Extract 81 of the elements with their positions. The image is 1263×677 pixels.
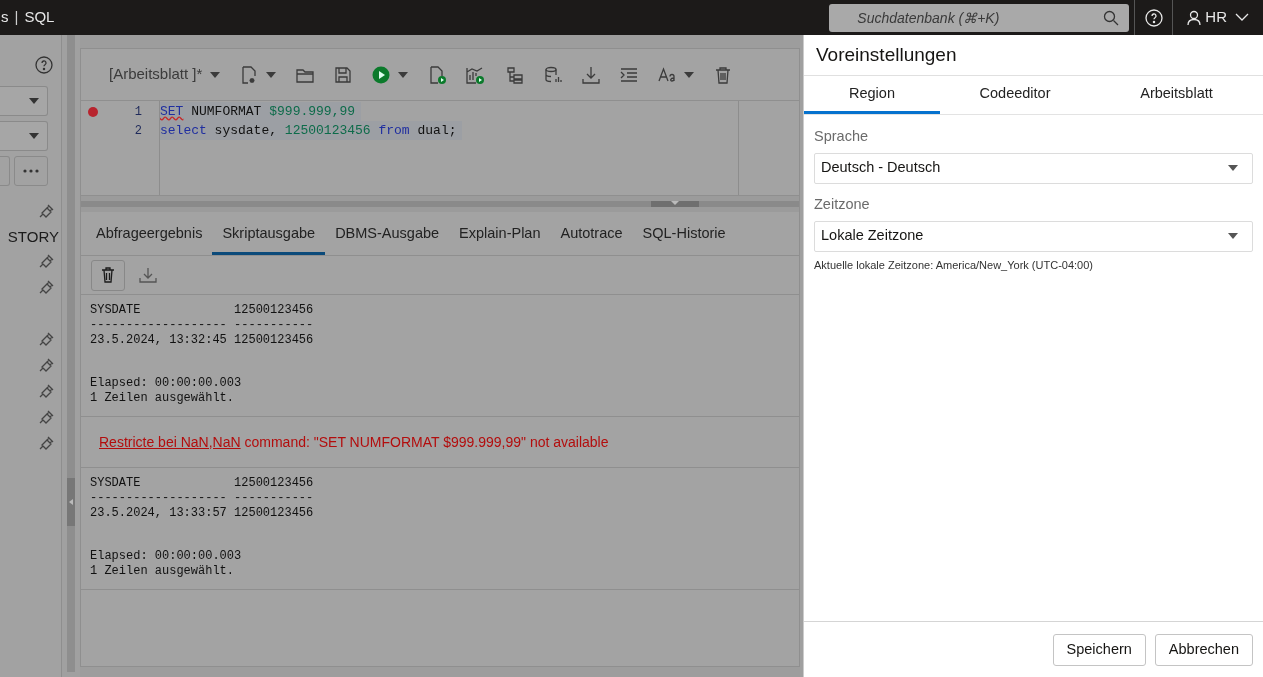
error-message: Restricte bei NaN,NaN command: "SET NUMFORMAT $999.999,99" not available (99, 432, 609, 452)
caret-down-icon (684, 71, 695, 78)
download-icon[interactable] (582, 65, 601, 84)
tab[interactable]: Region (804, 76, 940, 114)
select-field[interactable]: Deutsch - Deutsch (814, 152, 1253, 184)
caret-down-icon (210, 71, 221, 78)
download-icon[interactable] (139, 267, 157, 283)
field-label: Sprache (814, 127, 869, 146)
input-field[interactable] (0, 156, 10, 186)
database-icon[interactable] (544, 65, 563, 84)
clear-button[interactable] (91, 259, 125, 291)
user-icon (1187, 9, 1202, 26)
footer-button[interactable]: Speichern (1052, 633, 1146, 666)
output-line: Elapsed: 00:00:00.003 (90, 549, 243, 564)
tree-icon[interactable] (506, 65, 525, 84)
output-line: 23.5.2024, 13:33:57 12500123456 (90, 506, 315, 521)
line-number: 1 (133, 103, 142, 121)
trash-icon[interactable] (714, 65, 733, 84)
dropdown[interactable] (0, 121, 48, 151)
font-size-icon (658, 65, 677, 84)
chevron-down-icon (1235, 13, 1249, 22)
new-file-menu[interactable] (240, 65, 277, 84)
scrollbar[interactable] (81, 201, 799, 207)
footer-button[interactable]: Abbrechen (1154, 633, 1253, 666)
select-field[interactable]: Lokale Zeitzone (814, 220, 1253, 252)
breadcrumb-item[interactable]: SQL (24, 6, 55, 29)
field-label: Zeitzone (814, 194, 871, 214)
plug-icon[interactable] (38, 382, 54, 398)
run-menu[interactable] (372, 65, 409, 84)
save-icon[interactable] (334, 65, 353, 84)
tab[interactable]: Explain-Plan (449, 216, 551, 255)
caret-down-icon (266, 71, 277, 78)
section-label: STORY (7, 227, 59, 244)
output-line: 1 Zeilen ausgewählt. (90, 391, 236, 406)
caret-down-icon (29, 133, 39, 139)
dropdown[interactable] (0, 86, 48, 116)
search-field[interactable]: Suchdatenbank (⌘+K) (829, 3, 1130, 32)
help-text: Aktuelle lokale Zeitzone: America/New_York (UTC-04:00) (814, 257, 1094, 273)
line-number: 2 (133, 122, 142, 140)
output-line: ------------------- ----------- (90, 491, 315, 506)
plug-icon[interactable] (38, 252, 54, 268)
breadcrumb-item[interactable]: s (1, 6, 9, 29)
plug-icon[interactable] (38, 330, 54, 346)
plug-icon[interactable] (38, 278, 54, 294)
panel-title: Voreinstellungen (804, 35, 1263, 76)
tab[interactable]: Autotrace (550, 216, 633, 255)
tab[interactable]: Skriptausgabe (212, 216, 326, 255)
output-line: Elapsed: 00:00:00.003 (90, 376, 243, 391)
breakpoint-icon[interactable] (88, 106, 98, 117)
output-line: ------------------- ----------- (90, 318, 315, 333)
tab[interactable]: Abfrageergebnis (86, 216, 213, 255)
output-line: SYSDATE 12500123456 (90, 303, 315, 318)
plug-icon[interactable] (38, 202, 54, 218)
font-size-menu[interactable] (658, 65, 695, 84)
new-file-icon (240, 65, 259, 84)
tab[interactable]: SQL-Historie (632, 216, 736, 255)
breadcrumb-separator: | (14, 7, 19, 28)
caret-down-icon (398, 71, 409, 78)
run-script-icon[interactable] (428, 65, 447, 84)
trash-icon (101, 267, 115, 283)
caret-left-icon (69, 499, 73, 505)
caret-down-icon (671, 201, 679, 205)
output-line: 1 Zeilen ausgewählt. (90, 564, 236, 579)
output-line: SYSDATE 12500123456 (90, 476, 315, 491)
splitter-handle[interactable] (67, 478, 75, 526)
tab[interactable]: DBMS-Ausgabe (325, 216, 450, 255)
output-line: 23.5.2024, 13:32:45 12500123456 (90, 333, 315, 348)
caret-down-icon (1228, 233, 1238, 239)
caret-down-icon (1228, 165, 1238, 172)
tab[interactable]: Codeeditor (940, 76, 1090, 114)
plug-icon[interactable] (38, 434, 54, 450)
chart-run-icon[interactable] (466, 65, 487, 84)
tab[interactable]: Arbeitsblatt (1090, 76, 1263, 114)
format-icon[interactable] (620, 65, 639, 84)
play-icon (372, 65, 391, 84)
plug-icon[interactable] (38, 408, 54, 424)
caret-down-icon (29, 98, 39, 104)
plug-icon[interactable] (38, 356, 54, 372)
search-icon[interactable] (1103, 9, 1120, 26)
ellipsis-icon (23, 169, 39, 173)
worksheet-menu[interactable]: [Arbeitsblatt ]* (109, 63, 221, 86)
